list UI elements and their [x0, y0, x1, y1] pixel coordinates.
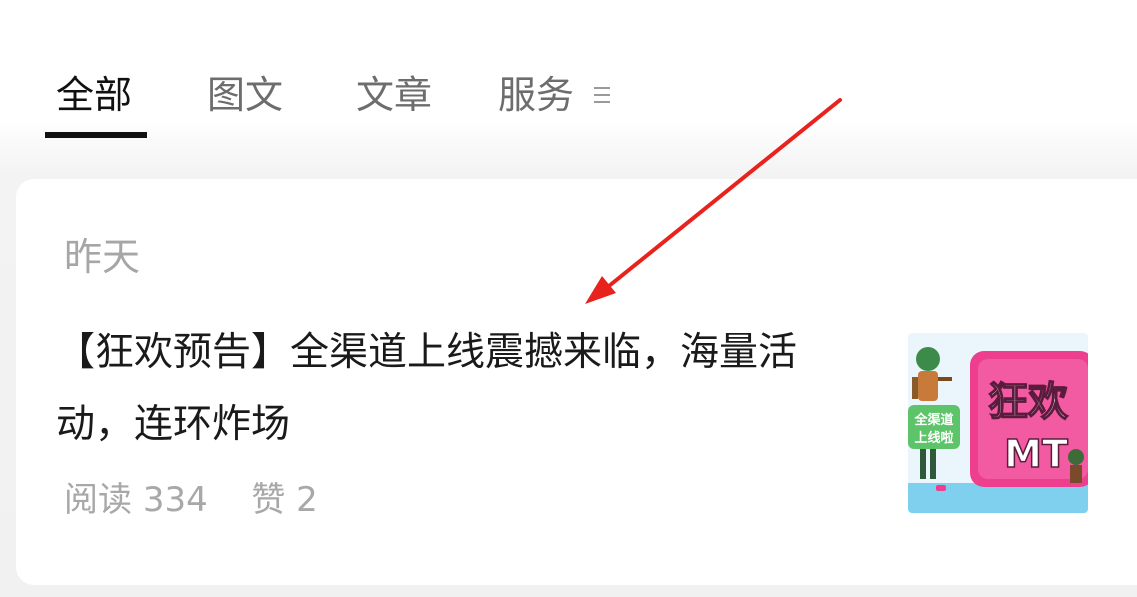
thumbnail-subtitle: MT	[1004, 432, 1068, 476]
tab-articles[interactable]: 文章	[356, 70, 432, 120]
thumbnail-badge-line1: 全渠道	[913, 412, 953, 428]
tab-services[interactable]: 服务	[498, 70, 574, 120]
thumbnail-badge-line2: 上线啦	[914, 430, 953, 446]
tab-image-text[interactable]: 图文	[207, 70, 283, 120]
article-date: 昨天	[64, 235, 141, 279]
active-tab-indicator	[45, 132, 147, 138]
thumbnail-title: 狂欢	[988, 379, 1068, 425]
read-count: 334	[142, 480, 208, 520]
like-count-label: 赞	[251, 480, 286, 520]
article-card[interactable]: 昨天 【狂欢预告】全渠道上线震撼来临，海量活动，连环炸场 阅读 334 赞 2 …	[16, 179, 1137, 585]
like-count: 2	[296, 480, 318, 520]
article-stats: 阅读 334 赞 2	[64, 479, 318, 521]
read-count-label: 阅读	[64, 480, 132, 520]
article-thumbnail[interactable]: 狂欢 MT 全渠道 上线啦	[908, 333, 1088, 513]
article-title[interactable]: 【狂欢预告】全渠道上线震撼来临，海量活动，连环炸场	[56, 317, 856, 461]
tab-bar: 全部 图文 文章 服务	[0, 0, 1137, 150]
tab-all[interactable]: 全部	[56, 70, 132, 120]
menu-lines-icon[interactable]	[592, 83, 612, 107]
